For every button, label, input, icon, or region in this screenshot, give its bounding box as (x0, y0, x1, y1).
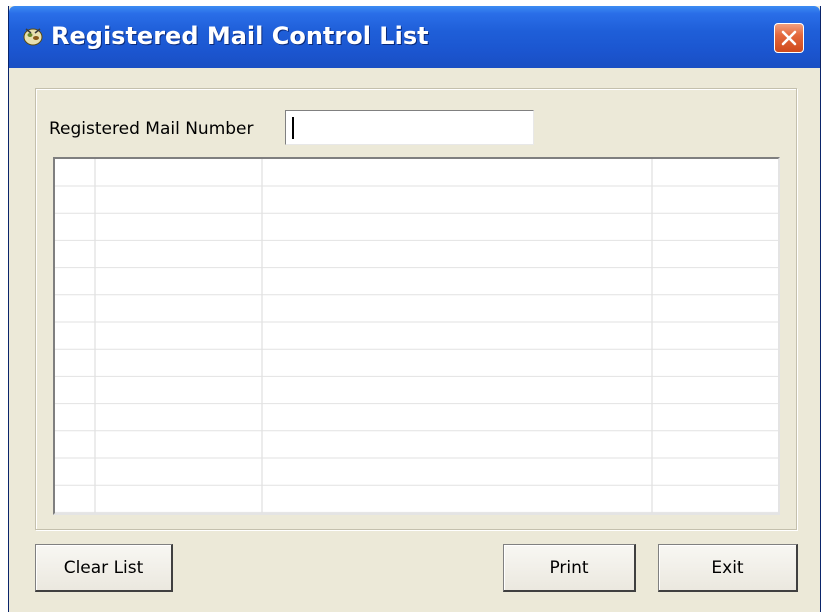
title-bar[interactable]: Registered Mail Control List (9, 6, 820, 68)
mail-number-input[interactable] (285, 110, 534, 145)
mail-list-grid[interactable] (53, 157, 780, 515)
clear-list-button[interactable]: Clear List (35, 544, 173, 592)
close-icon (781, 30, 797, 46)
print-button[interactable]: Print (503, 544, 636, 592)
app-icon (22, 25, 44, 47)
window-title: Registered Mail Control List (51, 22, 429, 50)
exit-button[interactable]: Exit (658, 544, 798, 592)
text-caret (292, 117, 294, 139)
mail-number-label: Registered Mail Number (49, 119, 254, 139)
main-window: Registered Mail Control List Registered … (8, 6, 821, 612)
close-button[interactable] (774, 23, 804, 53)
grid-lines (55, 159, 778, 513)
